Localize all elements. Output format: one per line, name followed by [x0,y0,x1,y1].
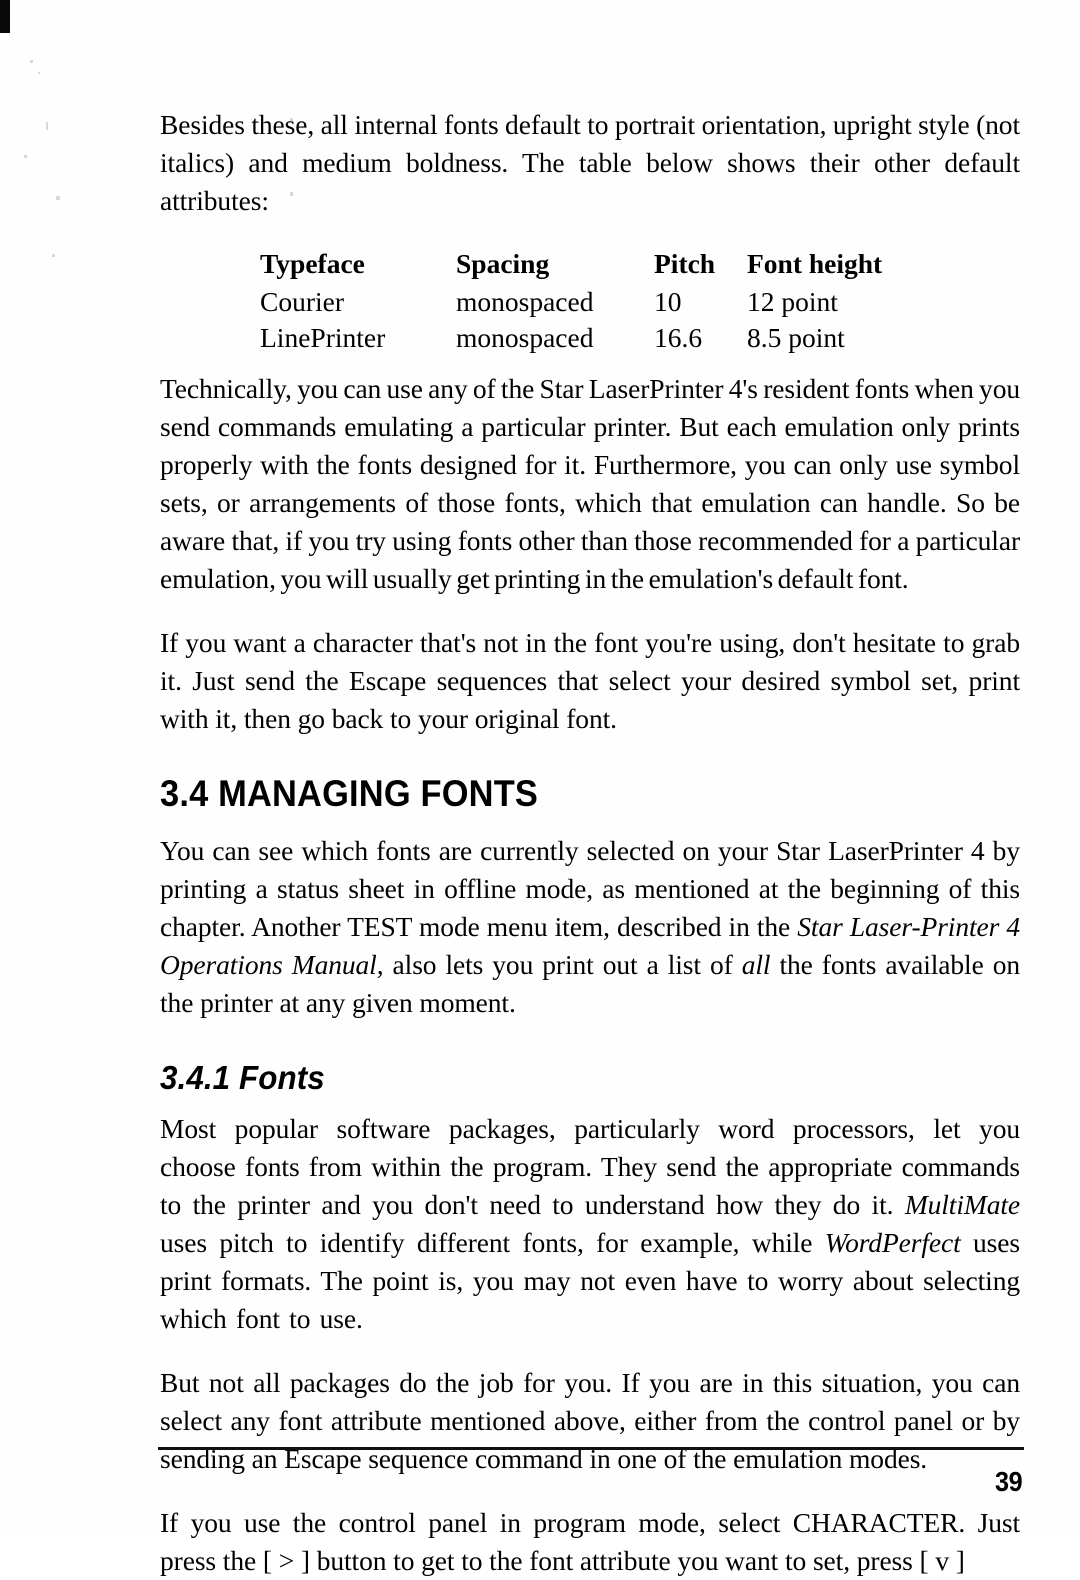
paragraph-fonts-software: Most popular software packages, particul… [160,1110,1020,1338]
column-header-font-height: Font height [747,248,883,279]
cell-typeface: Courier [260,286,345,317]
paragraph-managing-fonts: You can see which fonts are currently se… [160,832,1020,1022]
cell-typeface: LinePrinter [260,322,386,353]
scan-speckle [52,254,55,257]
column-header-pitch: Pitch [654,248,716,279]
table-row: Courier monospaced 10 12 point [260,284,882,320]
cell-font-height: 12 point [747,286,838,317]
cell-spacing: monospaced [456,286,594,317]
paragraph-intro: Besides these, all internal fonts defaul… [160,109,1020,216]
scan-speckle [56,196,60,200]
text-run: Most popular software packages, particul… [160,1113,1020,1220]
text-run: also lets you print out a list of [383,949,742,980]
table-row: LinePrinter monospaced 16.6 8.5 point [260,320,882,356]
cell-pitch: 10 [654,286,682,317]
scanned-page: Besides these, all internal fonts defaul… [0,0,1080,1576]
paragraph-technically: Technically, you can use any of the Star… [160,373,1020,594]
section-heading-managing-fonts: 3.4 MANAGING FONTS [160,773,539,814]
italic-product-wordperfect: WordPerfect [824,1227,961,1258]
scan-speckle [46,122,48,130]
page-number: 39 [994,1466,1023,1497]
italic-product-multimate: MultiMate [904,1189,1020,1220]
scan-speckle [38,72,40,74]
paragraph-escape-sequences: If you want a character that's not in th… [160,627,1020,734]
page-body: Besides these, all internal fonts defaul… [160,0,1020,1580]
paragraph-control-panel: If you use the control panel in program … [160,1507,1020,1576]
cell-pitch: 16.6 [654,322,703,353]
column-header-spacing: Spacing [456,248,550,279]
scan-edge-artifact [0,0,10,33]
scan-speckle [24,155,27,158]
column-header-typeface: Typeface [260,248,365,279]
italic-emphasis-all: all [741,949,771,980]
text-run: uses pitch to identify different fonts, … [160,1227,825,1258]
paragraph-not-all-packages: But not all packages do the job for you.… [160,1367,1020,1474]
sub-heading-fonts: 3.4.1 Fonts [160,1059,325,1096]
table-header-row: Typeface Spacing Pitch Font height [260,246,882,284]
scan-speckle [30,60,33,63]
cell-font-height: 8.5 point [747,322,845,353]
cell-spacing: monospaced [456,322,594,353]
footer-divider [158,1447,1024,1450]
font-attributes-table: Typeface Spacing Pitch Font height Couri… [260,246,882,356]
